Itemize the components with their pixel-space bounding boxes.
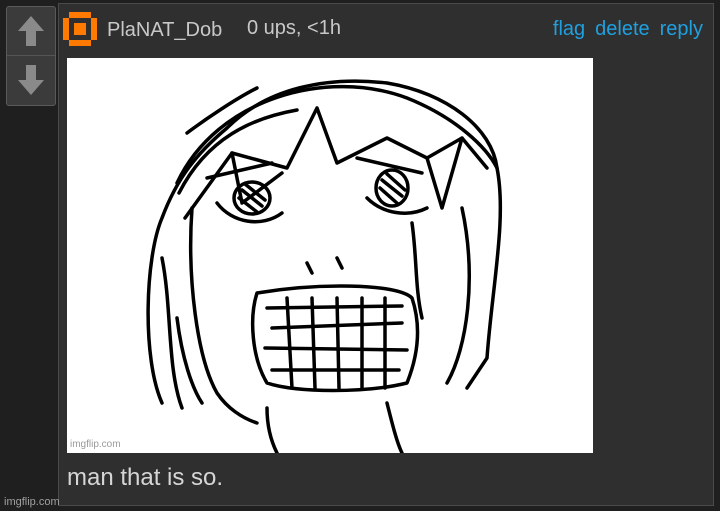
comment-meta: 0 ups, <1h [247,17,341,39]
delete-link[interactable]: delete [595,18,650,41]
comment-header: PlaNAT_Dob 0 ups, <1h flag delete reply [59,4,713,52]
reply-link[interactable]: reply [660,18,703,41]
downvote-button[interactable] [7,56,55,104]
flag-link[interactable]: flag [553,18,585,41]
comment-text: man that is so. [67,464,224,491]
username-link[interactable]: PlaNAT_Dob [107,19,222,42]
page-watermark: imgflip.com [4,496,60,508]
upvote-button[interactable] [7,7,55,56]
drawing [146,79,503,453]
arrow-down-icon [18,65,44,95]
comment-card: PlaNAT_Dob 0 ups, <1h flag delete reply [58,3,714,506]
arrow-up-icon [18,16,44,46]
vote-column [6,6,56,106]
comment-image[interactable]: imgflip.com [67,58,593,453]
user-avatar-icon[interactable] [63,12,97,46]
image-watermark: imgflip.com [70,439,121,450]
comment-actions: flag delete reply [553,18,703,41]
